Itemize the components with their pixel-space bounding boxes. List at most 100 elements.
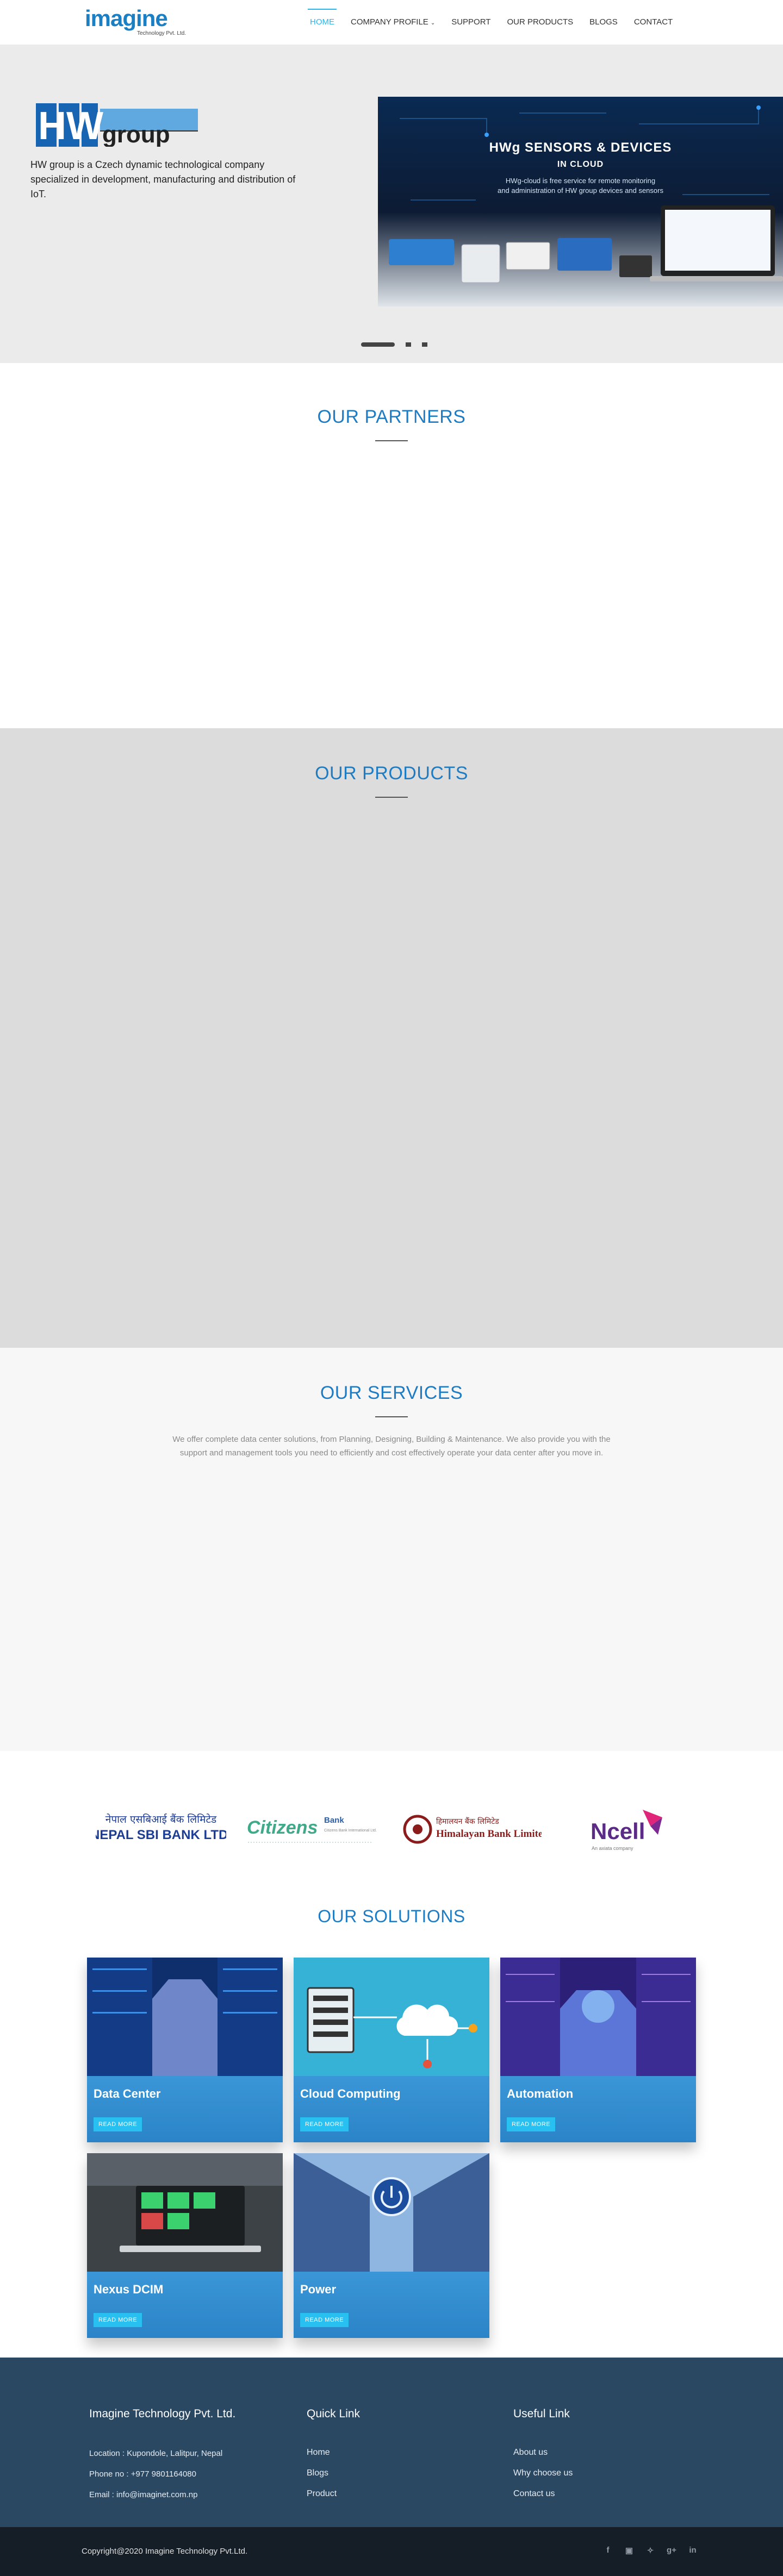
footer-link-about-us[interactable]: About us bbox=[513, 2448, 548, 2458]
read-more-button[interactable]: READ MORE bbox=[94, 2117, 142, 2131]
solution-card-cloud-computing[interactable]: Cloud Computing READ MORE bbox=[294, 1958, 489, 2142]
solution-card-body: Power READ MORE bbox=[294, 2272, 489, 2338]
solution-card-title: Nexus DCIM bbox=[94, 2283, 164, 2296]
solution-card-body: Nexus DCIM READ MORE bbox=[87, 2272, 283, 2338]
products-title: OUR PRODUCTS bbox=[315, 763, 468, 784]
footer-phone: Phone no : +977 9801164080 bbox=[89, 2469, 196, 2479]
nav-contact[interactable]: CONTACT bbox=[634, 0, 673, 45]
svg-text:हिमालयन बैंक लिमिटेड: हिमालयन बैंक लिमिटेड bbox=[436, 1817, 499, 1826]
ncell-logo: Ncell An axiata company bbox=[591, 1810, 662, 1851]
footer-link-home[interactable]: Home bbox=[307, 2448, 330, 2458]
logo-text: imagine bbox=[85, 5, 168, 31]
solution-card-body: Data Center READ MORE bbox=[87, 2076, 283, 2142]
facebook-icon[interactable]: f bbox=[602, 2546, 613, 2555]
nav-company-profile[interactable]: COMPANY PROFILE ⌄ bbox=[351, 0, 435, 45]
site-header: imagine Technology Pvt. Ltd. HOME COMPAN… bbox=[0, 0, 783, 45]
main-nav: HOME COMPANY PROFILE ⌄ SUPPORT OUR PRODUC… bbox=[308, 0, 689, 45]
useful-link-title: Useful Link bbox=[513, 2408, 570, 2420]
hw-letters: HW bbox=[38, 104, 103, 147]
nav-blogs[interactable]: BLOGS bbox=[589, 0, 618, 45]
solution-card-title: Data Center bbox=[94, 2087, 161, 2100]
svg-text:NEPAL SBI BANK LTD.: NEPAL SBI BANK LTD. bbox=[96, 1828, 226, 1842]
power-image bbox=[294, 2153, 489, 2272]
products-section: OUR PRODUCTS bbox=[0, 728, 783, 1348]
nav-support[interactable]: SUPPORT bbox=[451, 0, 490, 45]
svg-text:Himalayan Bank Limited: Himalayan Bank Limited bbox=[436, 1828, 542, 1840]
svg-text:Citizens Bank International Lt: Citizens Bank International Ltd. bbox=[324, 1829, 377, 1833]
solution-card-body: Automation READ MORE bbox=[500, 2076, 696, 2142]
site-footer: Imagine Technology Pvt. Ltd. Location : … bbox=[0, 2358, 783, 2527]
hero-description: HW group is a Czech dynamic technologica… bbox=[30, 159, 296, 199]
nav-blogs-label: BLOGS bbox=[589, 17, 618, 27]
copyright-text: Copyright@2020 Imagine Technology Pvt.Lt… bbox=[82, 2547, 248, 2556]
nav-contact-label: CONTACT bbox=[633, 17, 673, 27]
read-more-button[interactable]: READ MORE bbox=[300, 2117, 349, 2131]
footer-bottom-bar: Copyright@2020 Imagine Technology Pvt.Lt… bbox=[0, 2527, 783, 2576]
read-more-button[interactable]: READ MORE bbox=[300, 2313, 349, 2327]
himalayan-bank-logo: हिमालयन बैंक लिमिटेड Himalayan Bank Limi… bbox=[403, 1815, 542, 1844]
svg-text:नेपाल एसबिआई बैंक लिमिटेड: नेपाल एसबिआई बैंक लिमिटेड bbox=[105, 1813, 217, 1825]
cloud-computing-image bbox=[294, 1958, 489, 2076]
nav-home[interactable]: HOME bbox=[308, 0, 337, 45]
svg-text:An axiata company: An axiata company bbox=[592, 1846, 633, 1851]
solution-card-title: Automation bbox=[507, 2087, 574, 2100]
solutions-title: OUR SOLUTIONS bbox=[318, 1906, 465, 1926]
svg-text:Ncell: Ncell bbox=[591, 1818, 645, 1844]
chevron-down-icon: ⌄ bbox=[430, 20, 436, 26]
services-description: We offer complete data center solutions,… bbox=[172, 1435, 611, 1458]
hw-group-logo: HW group bbox=[36, 103, 198, 147]
citizens-bank-logo: Citizens Bank Citizens Bank Internationa… bbox=[247, 1816, 377, 1843]
group-word: group bbox=[102, 121, 170, 147]
site-logo[interactable]: imagine Technology Pvt. Ltd. bbox=[85, 5, 187, 39]
solution-card-title: Power bbox=[300, 2283, 337, 2296]
footer-link-contact-us[interactable]: Contact us bbox=[513, 2489, 555, 2499]
nav-our-products[interactable]: OUR PRODUCTS bbox=[507, 0, 573, 45]
quick-link-title: Quick Link bbox=[307, 2408, 361, 2420]
read-more-button[interactable]: READ MORE bbox=[507, 2117, 556, 2131]
social-links: f ▣ ✧ g+ in bbox=[592, 2546, 698, 2555]
solution-card-body: Cloud Computing READ MORE bbox=[294, 2076, 489, 2142]
client-logos: नेपाल एसबिआई बैंक लिमिटेड NEPAL SBI BANK… bbox=[0, 1793, 783, 1864]
slider-dot-1[interactable] bbox=[361, 342, 395, 347]
partners-title: OUR PARTNERS bbox=[317, 407, 466, 427]
solution-card-power[interactable]: Power READ MORE bbox=[294, 2153, 489, 2338]
solution-card-data-center[interactable]: Data Center READ MORE bbox=[87, 1958, 283, 2142]
devices-illustration bbox=[389, 205, 783, 283]
partners-divider bbox=[375, 440, 408, 441]
nav-home-label: HOME bbox=[310, 17, 334, 27]
solution-card-automation[interactable]: Automation READ MORE bbox=[500, 1958, 696, 2142]
nepal-sbi-bank-logo: नेपाल एसबिआई बैंक लिमिटेड NEPAL SBI BANK… bbox=[96, 1813, 226, 1842]
solution-card-title: Cloud Computing bbox=[300, 2087, 401, 2100]
footer-link-blogs[interactable]: Blogs bbox=[307, 2468, 328, 2478]
services-title: OUR SERVICES bbox=[320, 1383, 463, 1403]
nav-our-products-label: OUR PRODUCTS bbox=[507, 17, 574, 27]
nav-company-profile-label: COMPANY PROFILE bbox=[351, 17, 428, 27]
footer-link-why-choose-us[interactable]: Why choose us bbox=[513, 2468, 573, 2478]
services-divider bbox=[375, 1416, 408, 1417]
footer-location: Location : Kupondole, Lalitpur, Nepal bbox=[89, 2449, 223, 2458]
instagram-icon[interactable]: ▣ bbox=[624, 2546, 635, 2555]
hero-banner-image: HWg SENSORS & DEVICES IN CLOUD HWg-cloud… bbox=[378, 97, 783, 307]
logo-subtext: Technology Pvt. Ltd. bbox=[137, 30, 187, 36]
products-divider bbox=[375, 797, 408, 798]
read-more-button[interactable]: READ MORE bbox=[94, 2313, 142, 2327]
footer-link-product[interactable]: Product bbox=[307, 2489, 337, 2499]
services-section: OUR SERVICES We offer complete data cent… bbox=[0, 1348, 783, 1751]
nexus-dcim-image bbox=[87, 2153, 283, 2272]
solution-card-nexus-dcim[interactable]: Nexus DCIM READ MORE bbox=[87, 2153, 283, 2338]
automation-image bbox=[500, 1958, 696, 2076]
linkedin-icon[interactable]: in bbox=[687, 2546, 698, 2555]
data-center-image bbox=[87, 1958, 283, 2076]
twitter-icon[interactable]: ✧ bbox=[645, 2546, 656, 2555]
nav-support-label: SUPPORT bbox=[451, 17, 491, 27]
footer-company-name: Imagine Technology Pvt. Ltd. bbox=[89, 2408, 236, 2420]
google-plus-icon[interactable]: g+ bbox=[666, 2546, 677, 2555]
svg-text:Citizens: Citizens bbox=[247, 1817, 318, 1838]
slider-dot-3[interactable] bbox=[422, 342, 427, 347]
slider-dot-2[interactable] bbox=[406, 342, 411, 347]
hero-slider: HW group HW group is a Czech dynamic tec… bbox=[0, 45, 783, 363]
slider-dots bbox=[361, 342, 438, 347]
svg-text:Bank: Bank bbox=[324, 1816, 344, 1825]
footer-email[interactable]: Email : info@imaginet.com.np bbox=[89, 2490, 197, 2499]
partners-section: OUR PARTNERS bbox=[0, 363, 783, 728]
